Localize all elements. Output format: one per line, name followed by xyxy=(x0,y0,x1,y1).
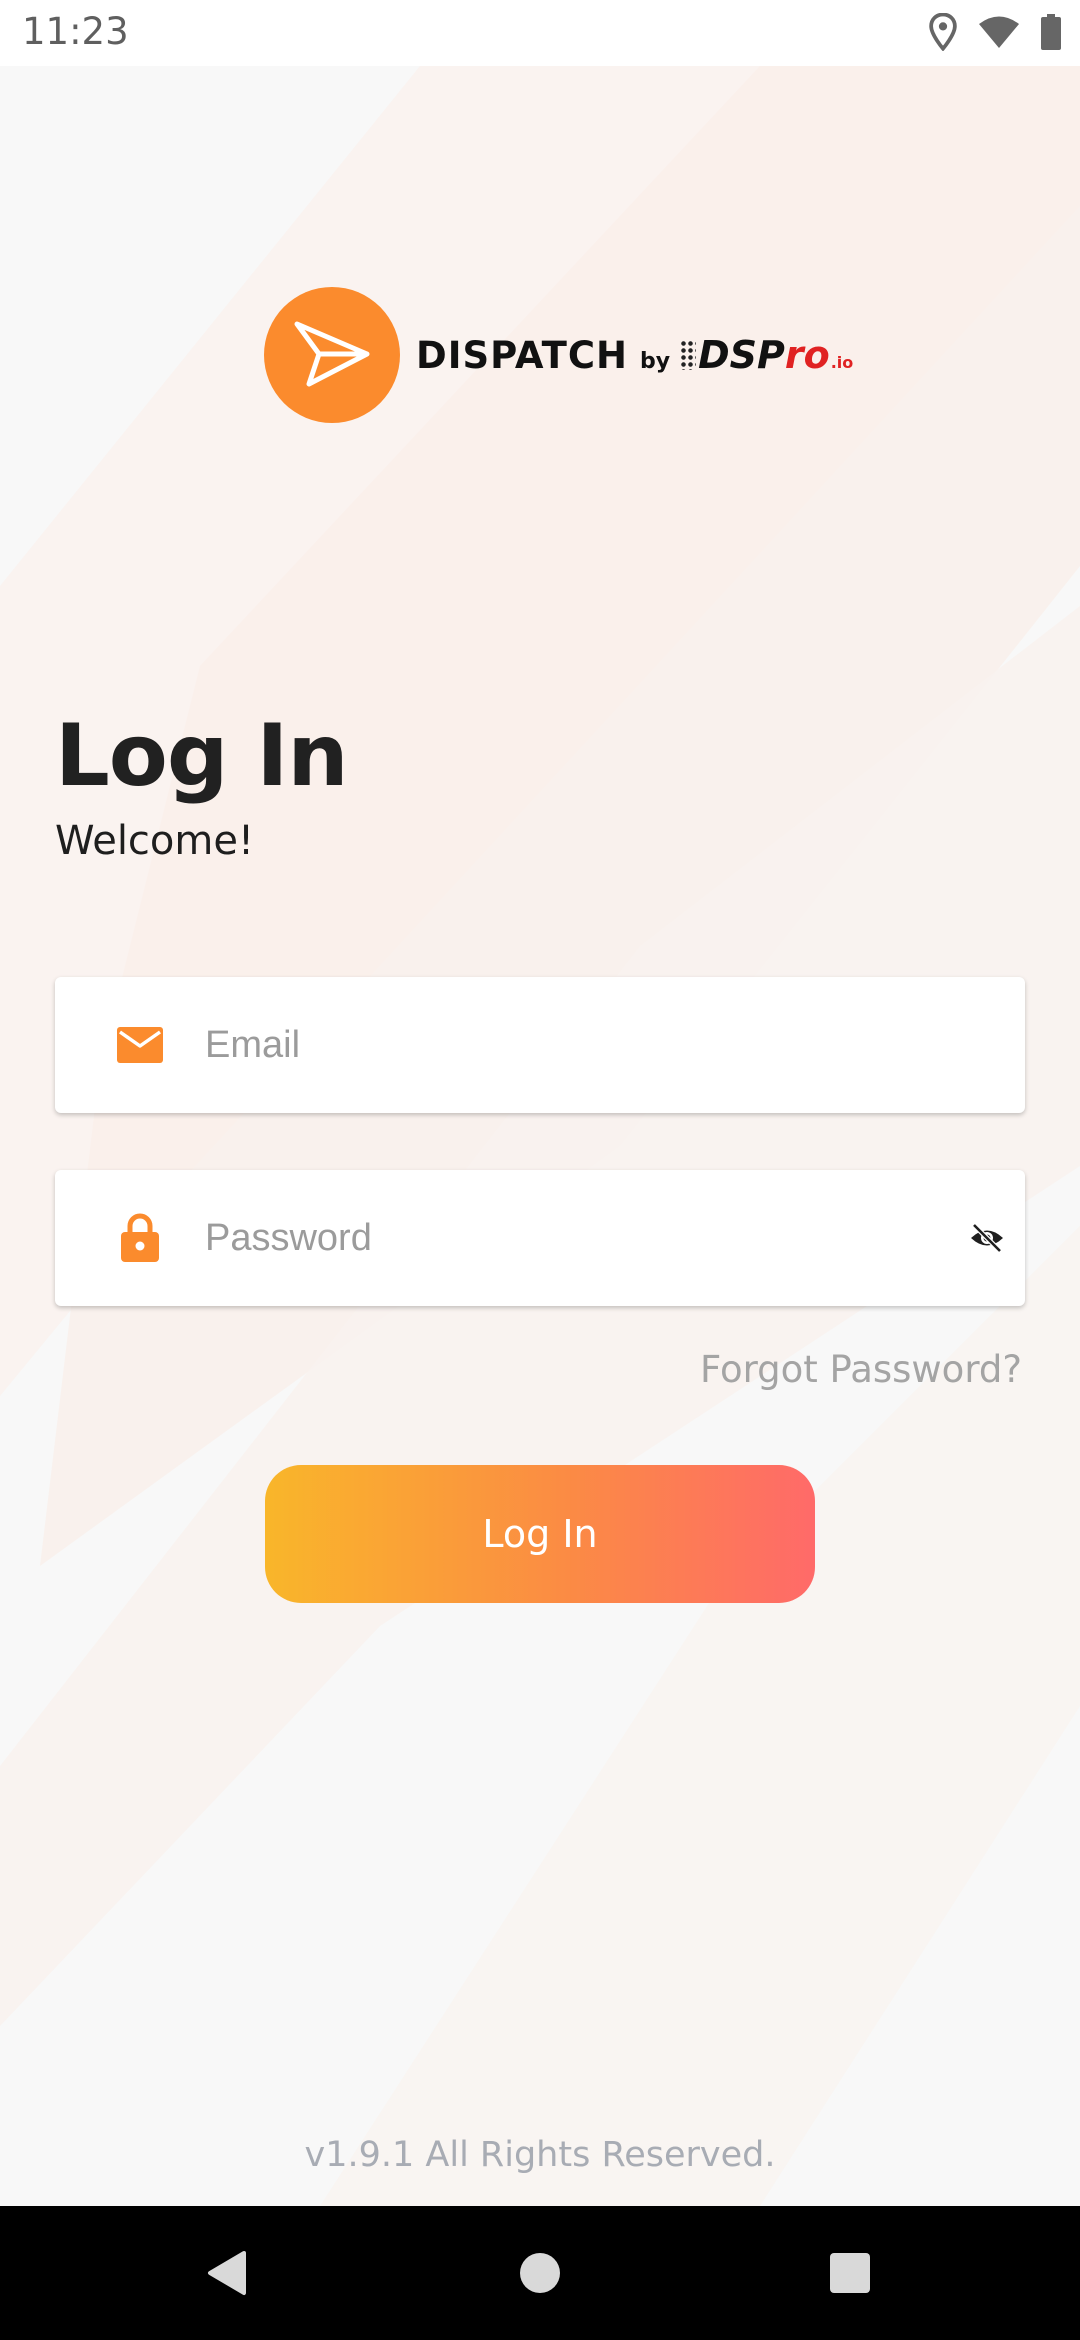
logo-wordmark: DISPATCH by DSP ro .io xyxy=(416,333,853,377)
password-input[interactable] xyxy=(205,1170,965,1306)
password-field[interactable] xyxy=(55,1170,1025,1306)
logo-dots xyxy=(680,340,697,370)
logo-brand: DSP ro .io xyxy=(680,333,853,377)
logo-brand-sub: .io xyxy=(830,353,854,372)
lock-icon xyxy=(113,1211,167,1265)
logo-by: by xyxy=(639,349,671,374)
version-footer: v1.9.1 All Rights Reserved. xyxy=(304,2135,776,2175)
logo-product-name: DISPATCH xyxy=(416,334,628,377)
status-icons xyxy=(928,12,1062,56)
wifi-icon xyxy=(978,15,1020,54)
mail-icon xyxy=(113,1018,167,1072)
eye-off-icon[interactable] xyxy=(967,1218,1007,1258)
back-icon[interactable] xyxy=(166,2206,286,2340)
system-nav-bar xyxy=(0,2206,1080,2340)
location-icon xyxy=(928,12,958,56)
forgot-password-link[interactable]: Forgot Password? xyxy=(700,1348,1022,1391)
send-arrow-icon xyxy=(264,287,400,423)
home-icon[interactable] xyxy=(480,2206,600,2340)
login-button[interactable]: Log In xyxy=(265,1465,815,1603)
email-input[interactable] xyxy=(205,977,965,1113)
status-time: 11:23 xyxy=(22,10,129,53)
battery-icon xyxy=(1040,13,1062,55)
page-title: Log In xyxy=(55,706,349,806)
email-field[interactable] xyxy=(55,977,1025,1113)
logo-brand-main: DSP xyxy=(698,333,785,377)
status-bar: 11:23 xyxy=(0,0,1080,66)
recents-icon[interactable] xyxy=(790,2206,910,2340)
page-subtitle: Welcome! xyxy=(55,818,255,864)
logo-brand-accent: ro xyxy=(784,333,830,377)
app-logo: DISPATCH by DSP ro .io xyxy=(264,285,853,425)
